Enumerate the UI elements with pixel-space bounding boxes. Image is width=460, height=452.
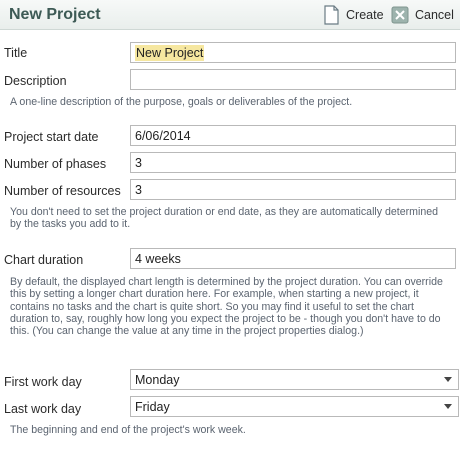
work-week-help: The beginning and end of the project's w… xyxy=(10,424,246,436)
create-button[interactable]: Create xyxy=(322,4,384,25)
phases-field[interactable]: 3 xyxy=(130,152,456,173)
chart-duration-field[interactable]: 4 weeks xyxy=(130,248,456,269)
first-work-day-value: Monday xyxy=(135,373,180,387)
last-work-day-label: Last work day xyxy=(4,402,82,416)
cancel-label: Cancel xyxy=(415,7,454,22)
chevron-down-icon xyxy=(444,404,452,409)
chevron-down-icon xyxy=(444,377,452,382)
document-icon xyxy=(322,4,340,25)
first-work-day-select[interactable]: Monday xyxy=(130,369,459,390)
dialog-header: New Project Create Cancel xyxy=(0,0,460,30)
description-label: Description xyxy=(4,74,67,88)
dialog-title: New Project xyxy=(9,6,101,23)
last-work-day-value: Friday xyxy=(135,400,170,414)
chart-duration-help: By default, the displayed chart length i… xyxy=(10,276,443,338)
title-label: Title xyxy=(4,46,28,60)
title-field[interactable]: New Project xyxy=(130,42,456,63)
chart-duration-label: Chart duration xyxy=(4,253,84,267)
create-label: Create xyxy=(346,7,384,22)
start-date-label: Project start date xyxy=(4,130,99,144)
resources-help: You don't need to set the project durati… xyxy=(10,206,439,231)
resources-field[interactable]: 3 xyxy=(130,179,456,200)
close-icon xyxy=(391,5,409,25)
start-date-field[interactable]: 6/06/2014 xyxy=(130,125,456,146)
cancel-button[interactable]: Cancel xyxy=(391,4,454,25)
description-field[interactable] xyxy=(130,69,456,90)
resources-label: Number of resources xyxy=(4,184,121,198)
last-work-day-select[interactable]: Friday xyxy=(130,396,459,417)
first-work-day-label: First work day xyxy=(4,375,82,389)
title-value: New Project xyxy=(135,45,205,61)
description-help: A one-line description of the purpose, g… xyxy=(10,96,353,108)
phases-label: Number of phases xyxy=(4,157,107,171)
